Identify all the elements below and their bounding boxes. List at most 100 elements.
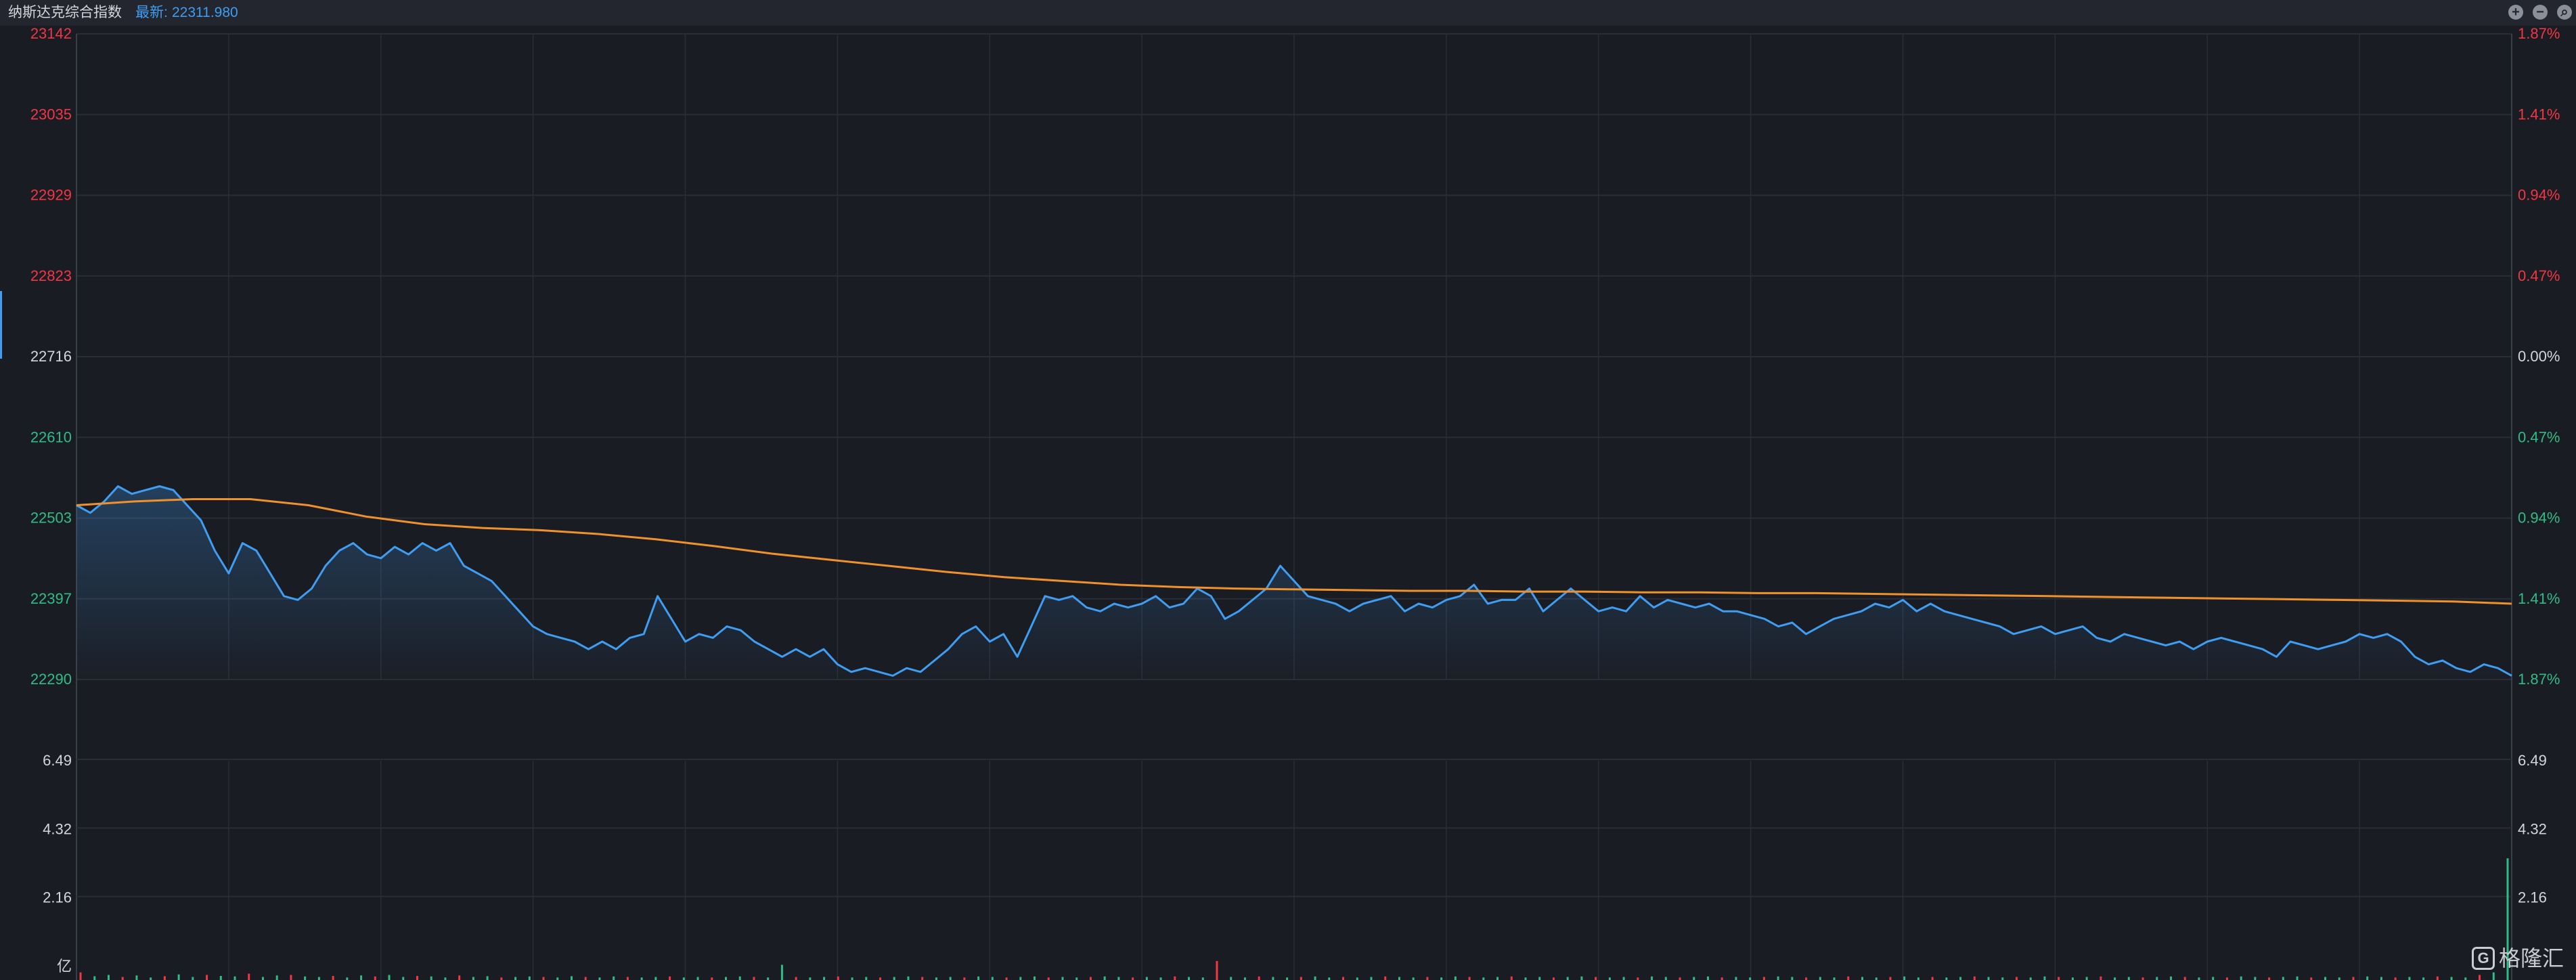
volume-bar [1230,977,1233,980]
volume-bar [1188,977,1191,980]
volume-bar [206,975,208,980]
volume-bar [388,975,391,980]
volume-bar [753,977,755,980]
volume-bar [1145,977,1148,980]
volume-bar [2394,977,2397,980]
volume-bar [261,977,264,980]
volume-bar [1384,976,1387,980]
volume-bar [192,977,194,980]
volume-bar [767,977,770,980]
volume-bar [1637,977,1639,980]
volume-bar [1454,976,1457,980]
volume-bar [1342,977,1345,980]
volume-bar [1762,977,1765,980]
y-tick-right: 0.00% [2518,348,2560,365]
volume-bar [2324,977,2327,980]
volume-bar [682,977,685,980]
volume-bar [1243,977,1246,980]
volume-tick-right: 2.16 [2518,889,2547,906]
volume-tick-right: 6.49 [2518,752,2547,769]
logo-icon: G [2472,947,2495,970]
y-tick-left: 22716 [30,348,72,365]
volume-bar [542,977,545,980]
volume-bar [1398,977,1400,980]
volume-bar [1622,977,1625,980]
volume-bar [2310,977,2313,980]
y-tick-left: 22503 [30,510,72,527]
volume-bar [2492,972,2495,980]
volume-bar [1047,977,1050,980]
volume-bar [2436,976,2439,980]
y-tick-right: 1.41% [2518,590,2560,607]
volume-bar [654,977,657,980]
volume-bar [1720,977,1723,980]
volume-bar [2016,977,2018,980]
volume-tick-left: 6.49 [43,752,72,769]
intraday-chart: 23142 1.87% 23035 1.41% 22929 0.94% 22823 0.47%… [30,25,2560,980]
volume-bar [2029,977,2032,980]
volume-tick-right: 4.32 [2518,820,2547,837]
volume-bar [346,977,349,980]
volume-bar [374,976,376,980]
volume-bar [626,977,629,980]
volume-bar [219,976,222,980]
volume-bar [1875,977,1878,980]
volume-bar [2464,977,2467,980]
volume-bar [2240,976,2242,980]
volume-bar [907,976,910,980]
volume-bar [1314,976,1316,980]
volume-bar [865,977,868,980]
volume-bar [107,975,110,980]
volume-bar [1258,976,1260,980]
volume-bar [1440,977,1443,980]
volume-tick-left: 4.32 [43,820,72,837]
volume-bar [1651,976,1653,980]
volume-bar [598,977,601,980]
axis-ticks: 23142 1.87% 23035 1.41% 22929 0.94% 22823 0.47%… [30,25,2560,975]
volume-bar [1075,977,1078,980]
volume-bar [2254,977,2257,980]
volume-bar [275,975,278,980]
y-tick-left: 22929 [30,187,72,204]
volume-bar [1300,977,1302,980]
volume-bar [1749,977,1752,980]
logo: G 格隆汇 [2472,943,2564,973]
volume-bar [1706,976,1709,980]
y-tick-left: 22397 [30,590,72,607]
volume-bar [234,976,236,980]
y-tick-left: 22610 [30,428,72,445]
volume-bar [893,977,895,980]
volume-bar [1089,977,1092,980]
volume-bar [486,976,489,980]
volume-bar [514,977,517,980]
volume-bar [2114,977,2116,980]
volume-bar [1693,977,1695,980]
volume-bar [1412,977,1415,980]
volume-bar [2043,976,2046,980]
y-tick-right: 0.94% [2518,510,2560,527]
volume-bar [963,977,966,980]
volume-bar [360,975,363,980]
volume-bar [780,964,783,980]
volume-bar [1174,976,1176,980]
volume-bar [1903,976,1906,980]
volume-bar [1664,977,1667,980]
volume-bar [1608,977,1611,980]
volume-bar [949,977,952,980]
volume-bar [2268,977,2271,980]
volume-bar [1931,977,1934,980]
volume-bar [1987,977,1990,980]
volume-bar [1117,977,1120,980]
volume-bar [177,974,180,980]
volume-bar [2225,977,2228,980]
volume-bar [2100,976,2102,980]
volume-tick-left: 2.16 [43,889,72,906]
volume-bar [1159,977,1162,980]
volume-bar [1482,977,1485,980]
volume-bar [304,976,307,980]
volume-bar [1735,977,1737,980]
volume-bar [1819,977,1821,980]
volume-bar [2380,977,2382,980]
volume-bar [2450,977,2453,980]
volume-bar [1216,960,1218,980]
